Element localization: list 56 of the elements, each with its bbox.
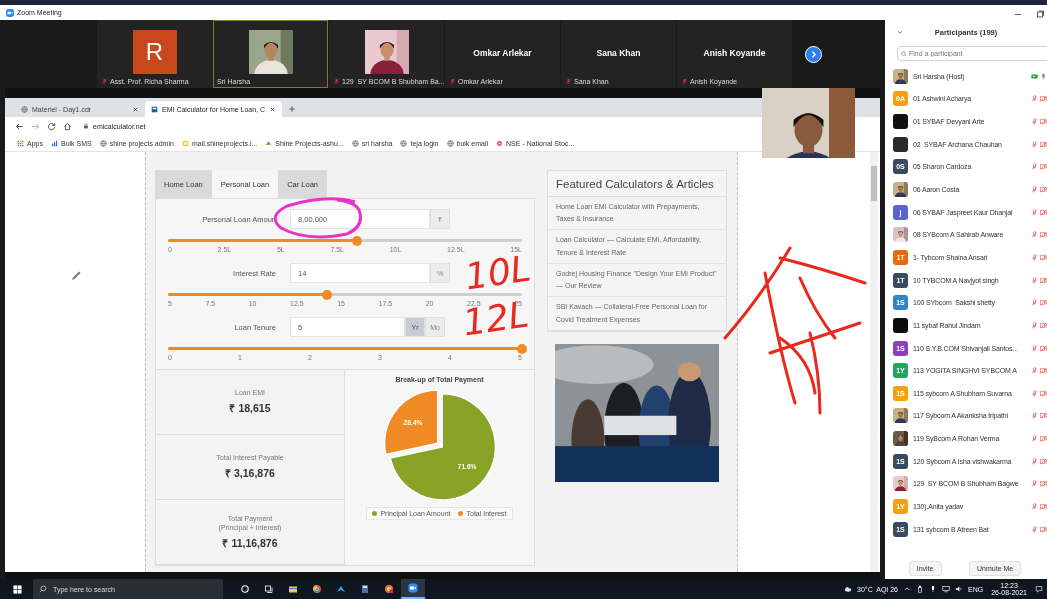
home-icon[interactable] [63,121,72,131]
browser-icon [312,584,322,594]
result-value: ₹ 11,16,876 [222,535,278,550]
network-icon[interactable] [942,585,950,593]
caret-up-icon[interactable] [903,585,911,593]
circle-logo-icon [496,139,504,147]
next-page-button[interactable] [805,45,822,63]
participant-name: Omkar Arlekar [473,48,532,59]
globe-icon [351,139,359,147]
zoom-logo-icon [6,8,14,17]
globe-icon [446,139,454,147]
close-icon[interactable] [132,105,139,113]
panel-heading: Featured Calculators & Articles [548,171,726,197]
reload-icon[interactable] [47,121,56,131]
search-icon [39,585,47,593]
notification-icon[interactable] [1035,585,1043,593]
mail-icon [181,139,189,147]
new-tab-icon[interactable] [288,105,297,113]
site-icon [151,105,158,113]
lock-icon [83,123,89,129]
taskbar-app[interactable] [401,579,425,599]
slider-thumb[interactable] [351,235,362,246]
windows-logo-icon[interactable] [13,584,22,594]
apps-grid-icon [17,139,24,147]
globe-icon [21,105,28,113]
speaker-icon[interactable] [955,585,963,593]
bar-chart-icon [50,139,58,147]
circle-icon [240,584,250,594]
cloud-icon [844,585,853,593]
microphone-icon[interactable] [929,585,937,593]
close-icon[interactable] [269,105,277,113]
sun-logo-icon [265,139,273,147]
slider-thumb[interactable] [322,289,333,300]
participant-name: Anish Koyande [703,48,766,59]
pencil-icon [70,270,82,282]
calculator-icon [360,584,370,594]
arrow-app-icon [336,584,346,594]
back-icon[interactable] [15,121,24,131]
search-icon [901,50,907,57]
avatar: R [132,30,177,74]
scrollbar-thumb[interactable] [871,166,877,201]
usb-drive-icon[interactable] [916,585,924,593]
globe-icon [400,139,408,147]
browser-icon [384,584,394,594]
task-view-icon [264,584,274,594]
slider-thumb[interactable] [517,343,527,354]
folder-icon [288,584,298,594]
video-camera-icon [408,583,418,593]
result-value: ₹ 18,615 [229,401,271,415]
globe-icon [99,139,107,147]
scrollbar[interactable] [870,152,878,572]
result-value: ₹ 3,16,876 [225,466,275,480]
participant-name: Sana Khan [596,48,641,59]
restore-icon[interactable] [1035,9,1045,19]
handwritten-note: 10L [463,253,533,294]
chevron-down-icon[interactable] [896,28,904,36]
